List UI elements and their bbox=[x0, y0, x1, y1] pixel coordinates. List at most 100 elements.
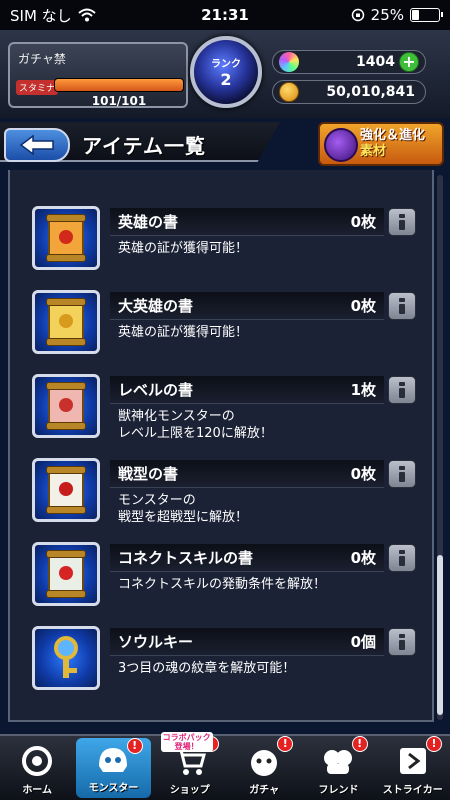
title-bar: アイテム一覧 強化＆進化 素材 bbox=[0, 118, 450, 170]
info-icon bbox=[399, 550, 405, 566]
item-name: ソウルキー bbox=[118, 633, 194, 651]
item-name: 大英雄の書 bbox=[118, 297, 194, 315]
nav-label: ガチャ bbox=[249, 785, 280, 796]
orb-icon bbox=[279, 52, 299, 72]
item-description: 英雄の証が獲得可能！ bbox=[118, 325, 249, 340]
list-item[interactable]: 大英雄の書 0枚 英雄の証が獲得可能！ bbox=[10, 290, 432, 374]
materials-icon bbox=[324, 128, 358, 162]
nav-label: ショップ bbox=[169, 785, 210, 796]
item-count: 0個 bbox=[350, 633, 376, 651]
nav-friend[interactable]: フレンド! bbox=[301, 736, 375, 800]
info-button[interactable] bbox=[388, 376, 416, 404]
info-icon bbox=[399, 634, 405, 650]
info-icon bbox=[399, 382, 405, 398]
bottom-nav: ホーム モンスター! ショップ!コラボパック 登場！ ガチャ! フレンド! スト… bbox=[0, 732, 450, 800]
back-button[interactable] bbox=[4, 128, 70, 162]
stamina-bar bbox=[54, 78, 184, 92]
info-icon bbox=[399, 214, 405, 230]
info-button[interactable] bbox=[388, 208, 416, 236]
item-name-bar: 大英雄の書 0枚 bbox=[110, 292, 384, 320]
coin-counter: 50,010,841 bbox=[272, 80, 426, 104]
buy-orbs-button[interactable]: + bbox=[399, 52, 419, 72]
item-name-bar: コネクトスキルの書 0枚 bbox=[110, 544, 384, 572]
nav-home[interactable]: ホーム bbox=[0, 736, 74, 800]
list-item[interactable]: コネクトスキルの書 0枚 コネクトスキルの発動条件を解放！ bbox=[10, 542, 432, 626]
info-icon bbox=[399, 466, 405, 482]
home-icon bbox=[17, 743, 57, 779]
item-description: 獣神化モンスターの レベル上限を120に解放！ bbox=[118, 409, 273, 441]
nav-label: ホーム bbox=[22, 785, 53, 796]
item-icon[interactable] bbox=[32, 626, 100, 690]
notification-badge: ! bbox=[277, 736, 294, 752]
item-description: 英雄の証が獲得可能！ bbox=[118, 241, 249, 256]
soul-key-icon bbox=[46, 636, 86, 680]
item-icon[interactable] bbox=[32, 542, 100, 606]
nav-label: ストライカー bbox=[382, 785, 443, 796]
rank-badge[interactable]: ランク 2 bbox=[190, 36, 262, 108]
nav-label: モンスター bbox=[88, 783, 139, 794]
rank-label: ランク bbox=[211, 59, 241, 70]
info-button[interactable] bbox=[388, 544, 416, 572]
nav-label: フレンド bbox=[318, 785, 359, 796]
item-name-bar: 戦型の書 0枚 bbox=[110, 460, 384, 488]
nav-gacha[interactable]: ガチャ! bbox=[227, 736, 301, 800]
item-description: コネクトスキルの発動条件を解放！ bbox=[118, 577, 327, 592]
orb-counter: 1404 + bbox=[272, 50, 426, 74]
item-icon[interactable] bbox=[32, 374, 100, 438]
info-icon bbox=[399, 298, 405, 314]
notification-badge: ! bbox=[425, 736, 442, 752]
item-description: モンスターの 戦型を超戦型に解放！ bbox=[118, 493, 249, 525]
item-description: 3つ目の魂の紋章を解放可能！ bbox=[118, 661, 296, 676]
gacha-status-label: ガチャ禁 bbox=[18, 52, 66, 66]
item-icon[interactable] bbox=[32, 458, 100, 522]
scrollbar[interactable] bbox=[437, 175, 443, 720]
item-name: 英雄の書 bbox=[118, 213, 179, 231]
collab-pack-tag: コラボパック 登場！ bbox=[160, 732, 213, 752]
nav-shop[interactable]: ショップ!コラボパック 登場！ bbox=[153, 732, 227, 800]
scrollbar-thumb[interactable] bbox=[437, 555, 443, 715]
list-item[interactable]: レベルの書 1枚 獣神化モンスターの レベル上限を120に解放！ bbox=[10, 374, 432, 458]
page-title: アイテム一覧 bbox=[82, 134, 206, 158]
rank-value: 2 bbox=[220, 70, 232, 89]
notification-badge: ! bbox=[351, 736, 368, 752]
item-list[interactable]: 英雄の書 0枚 英雄の証が獲得可能！ 大英雄の書 0枚 英雄の証が獲得可能！ レ… bbox=[8, 170, 434, 722]
info-button[interactable] bbox=[388, 460, 416, 488]
clock: 21:31 bbox=[201, 6, 249, 24]
book-scroll-icon bbox=[46, 466, 86, 514]
enhance-evolve-materials-button[interactable]: 強化＆進化 素材 bbox=[318, 122, 444, 166]
battery-icon bbox=[410, 8, 443, 22]
orb-value: 1404 bbox=[356, 54, 395, 70]
item-count: 1枚 bbox=[350, 381, 376, 399]
status-bar: SIM なし 21:31 25% bbox=[0, 0, 450, 30]
info-button[interactable] bbox=[388, 292, 416, 320]
item-name: コネクトスキルの書 bbox=[118, 549, 254, 567]
book-scroll-icon bbox=[46, 298, 86, 346]
item-count: 0枚 bbox=[350, 549, 376, 567]
item-count: 0枚 bbox=[350, 465, 376, 483]
stamina-label: スタミナ bbox=[16, 80, 59, 95]
stamina-value: 101/101 bbox=[91, 94, 147, 108]
stamina-fill bbox=[55, 79, 183, 91]
item-count: 0枚 bbox=[350, 213, 376, 231]
back-arrow-icon bbox=[19, 134, 54, 156]
item-icon[interactable] bbox=[32, 290, 100, 354]
player-header: ガチャ禁 スタミナ 101/101 ランク 2 1404 + 50,010,84… bbox=[0, 30, 450, 118]
item-name: レベルの書 bbox=[118, 381, 194, 399]
item-count: 0枚 bbox=[350, 297, 376, 315]
list-item[interactable]: 英雄の書 0枚 英雄の証が獲得可能！ bbox=[10, 206, 432, 290]
player-status-box[interactable]: ガチャ禁 スタミナ 101/101 bbox=[8, 42, 188, 108]
info-button[interactable] bbox=[388, 628, 416, 656]
list-item[interactable]: ソウルキー 0個 3つ目の魂の紋章を解放可能！ bbox=[10, 626, 432, 710]
item-name-bar: ソウルキー 0個 bbox=[110, 628, 384, 656]
list-item[interactable]: 戦型の書 0枚 モンスターの 戦型を超戦型に解放！ bbox=[10, 458, 432, 542]
item-name-bar: レベルの書 1枚 bbox=[110, 376, 384, 404]
notification-badge: ! bbox=[126, 738, 143, 754]
item-name: 戦型の書 bbox=[118, 465, 179, 483]
nav-monster[interactable]: モンスター! bbox=[76, 738, 151, 798]
item-icon[interactable] bbox=[32, 206, 100, 270]
item-name-bar: 英雄の書 0枚 bbox=[110, 208, 384, 236]
enhance-label: 強化＆進化 素材 bbox=[360, 128, 425, 160]
book-scroll-icon bbox=[46, 214, 86, 262]
nav-striker[interactable]: ストライカー! bbox=[376, 736, 450, 800]
book-scroll-icon bbox=[46, 550, 86, 598]
